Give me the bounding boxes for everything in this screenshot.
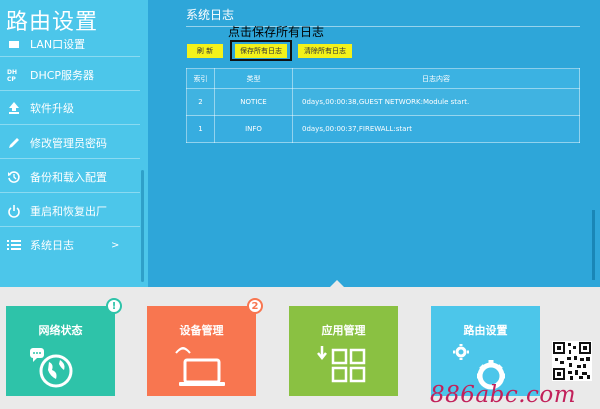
backup-icon [6,169,22,185]
sidebar: 路由设置 LAN口设置 DH CP DHCP服务器 软件升级 修改管理员密码 备… [0,0,148,287]
save-all-logs-button[interactable]: 保存所有日志 [235,44,287,58]
cell-index: 1 [186,115,215,143]
list-icon [6,237,22,253]
sidebar-divider [0,192,140,193]
lan-icon [6,36,22,52]
active-tile-pointer [329,280,345,288]
refresh-button[interactable]: 刷 新 [187,44,223,58]
table-header-row: 索引 类型 日志内容 [186,68,580,89]
sidebar-item-backup[interactable]: 备份和载入配置 [0,162,148,192]
sidebar-item-label: DHCP服务器 [30,69,95,82]
sidebar-divider [0,56,140,57]
svg-text:DH: DH [7,69,17,76]
tile-label: 设备管理 [179,324,224,337]
table-row: 1 INFO 0days,00:00:37,FIREWALL:start [186,115,580,143]
tile-app-management[interactable]: 应用管理 [289,306,398,396]
device-count-badge: 2 [247,298,263,314]
sidebar-divider [0,226,140,227]
sidebar-item-password[interactable]: 修改管理员密码 [0,128,148,158]
cell-content: 0days,00:00:37,FIREWALL:start [292,115,580,143]
main-scrollbar[interactable] [592,210,595,280]
clear-all-logs-button[interactable]: 清除所有日志 [298,44,352,58]
sidebar-item-label: 软件升级 [30,102,74,115]
annotation-text: 点击保存所有日志 [228,25,325,39]
apps-icon [317,346,366,383]
tile-label: 路由设置 [463,324,508,337]
log-table: 索引 类型 日志内容 2 NOTICE 0days,00:00:38,GUEST… [186,68,580,143]
site-watermark: 886abc.com [430,382,577,408]
cell-index: 2 [186,88,215,116]
router-admin-app: 路由设置 LAN口设置 DH CP DHCP服务器 软件升级 修改管理员密码 备… [0,0,600,409]
sidebar-divider [0,124,140,125]
alert-badge: ! [106,298,122,314]
sidebar-item-label: 重启和恢复出厂 [30,205,107,218]
sidebar-item-label: LAN口设置 [30,38,86,51]
page-title: 系统日志 [186,8,235,22]
column-header-index: 索引 [186,68,215,89]
pencil-icon [6,135,22,151]
main-panel: 系统日志 点击保存所有日志 刷 新 保存所有日志 清除所有日志 索引 类型 日志… [148,0,600,287]
sidebar-item-label: 修改管理员密码 [30,137,107,150]
sidebar-item-label: 备份和载入配置 [30,171,107,184]
laptop-icon [175,347,225,386]
cell-type: INFO [214,115,293,143]
power-icon [6,203,22,219]
sidebar-item-reboot[interactable]: 重启和恢复出厂 [0,196,148,226]
sidebar-item-label: 系统日志 [30,239,74,252]
tile-label: 网络状态 [38,324,83,337]
tile-label: 应用管理 [321,324,366,337]
chevron-right-icon: > [111,239,120,251]
upgrade-icon [6,100,22,116]
sidebar-item-syslog[interactable]: 系统日志 > [0,230,148,260]
sidebar-item-upgrade[interactable]: 软件升级 [0,93,148,123]
qr-code-image [552,341,592,381]
cell-content: 0days,00:00:38,GUEST NETWORK:Module star… [292,88,580,116]
column-header-content: 日志内容 [292,68,580,89]
tile-device-management[interactable]: 设备管理 2 [147,298,263,396]
svg-text:CP: CP [7,76,16,82]
sidebar-item-dhcp[interactable]: DH CP DHCP服务器 [0,60,148,90]
globe-icon [30,348,73,388]
tile-network-status[interactable]: 网络状态 ! [6,298,122,396]
sidebar-divider [0,158,140,159]
dhcp-icon: DH CP [6,67,22,83]
column-header-type: 类型 [214,68,293,89]
cell-type: NOTICE [214,88,293,116]
sidebar-divider [0,90,140,91]
sidebar-scrollbar[interactable] [141,170,144,282]
sidebar-item-lan[interactable]: LAN口设置 [0,29,148,59]
table-row: 2 NOTICE 0days,00:00:38,GUEST NETWORK:Mo… [186,88,580,116]
